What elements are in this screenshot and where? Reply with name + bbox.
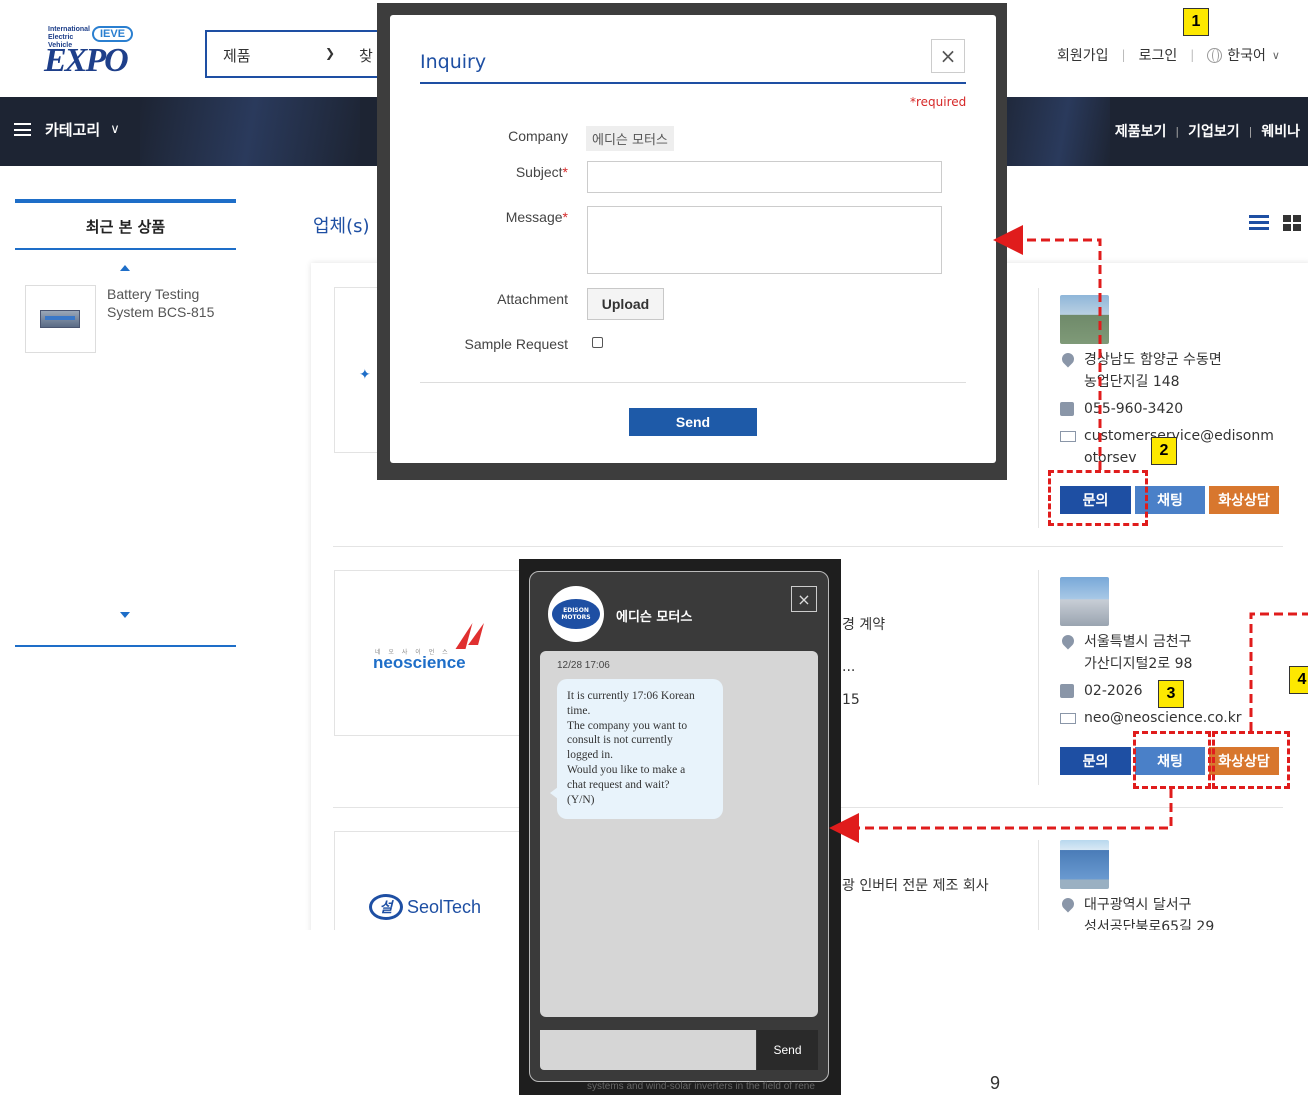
company-address: 대구광역시 달서구 성서공단북로65길 29 xyxy=(1059,894,1214,930)
view-toggle xyxy=(1249,215,1301,231)
expo-logo[interactable]: International Electric Vehicle IEVE EXPO xyxy=(44,22,164,82)
subject-input[interactable] xyxy=(587,161,942,193)
company-value: 에디슨 모터스 xyxy=(586,126,674,151)
company-desc-fragment: 경 계약 xyxy=(842,617,886,633)
top-links: 회원가입 | 로그인 | 한국어 ∨ xyxy=(1057,45,1280,65)
chat-company-avatar: EDISON MOTORS xyxy=(548,586,604,642)
scroll-up-icon[interactable] xyxy=(120,265,130,271)
recent-product-name[interactable]: Battery Testing System BCS-815 xyxy=(107,285,232,321)
divider: | xyxy=(1190,48,1195,62)
phone-icon xyxy=(1060,402,1074,416)
message-label: Message* xyxy=(505,209,568,225)
language-select[interactable]: 한국어 xyxy=(1227,45,1266,65)
mail-icon xyxy=(1060,431,1076,442)
nav-links: 제품보기 | 기업보기 | 웨비나 xyxy=(1115,121,1300,141)
annotation-badge-2: 2 xyxy=(1151,437,1177,465)
company-building-photo xyxy=(1060,840,1109,889)
edison-logo-fragment: ✦ xyxy=(359,367,371,383)
search-category-select[interactable]: 제품 xyxy=(223,45,251,66)
chat-message-bubble: It is currently 17:06 Korean time. The c… xyxy=(550,679,723,819)
location-pin-icon xyxy=(1059,632,1077,650)
search-bar[interactable]: 제품 ❯ 찾 xyxy=(205,30,395,78)
annotation-badge-1: 1 xyxy=(1183,8,1209,36)
upload-button[interactable]: Upload xyxy=(587,288,664,320)
category-menu-button[interactable]: 카테고리 ∨ xyxy=(14,119,120,140)
category-label: 카테고리 xyxy=(45,121,101,139)
video-consult-button[interactable]: 화상상담 xyxy=(1209,486,1279,514)
inquiry-button[interactable]: 문의 xyxy=(1060,747,1131,775)
company-phone: 02-2026 xyxy=(1060,680,1143,705)
phone-icon xyxy=(1060,684,1074,698)
location-pin-icon xyxy=(1059,350,1077,368)
annotation-box-chat xyxy=(1133,731,1211,789)
company-address: 경상남도 함양군 수동면 농업단지길 148 xyxy=(1059,349,1222,393)
modal-title: Inquiry xyxy=(420,51,487,73)
send-button[interactable]: Send xyxy=(629,408,757,436)
sample-request-checkbox[interactable] xyxy=(592,337,603,348)
nav-link-products[interactable]: 제품보기 xyxy=(1115,121,1167,141)
list-view-icon[interactable] xyxy=(1249,215,1269,231)
required-note: *required xyxy=(910,95,967,109)
login-link[interactable]: 로그인 xyxy=(1139,45,1178,65)
edison-motors-logo: EDISON MOTORS xyxy=(552,599,600,629)
company-desc-fragment: 15 xyxy=(842,692,860,708)
chat-message-input[interactable] xyxy=(540,1030,756,1070)
company-logo-neoscience[interactable]: 네 오 사 이 언 스 neoscience xyxy=(334,570,524,736)
logo-badge: IEVE xyxy=(92,26,134,42)
signup-link[interactable]: 회원가입 xyxy=(1057,45,1109,65)
scroll-down-icon[interactable] xyxy=(120,612,130,618)
chevron-down-icon: ∨ xyxy=(110,122,120,137)
divider: | xyxy=(1121,48,1126,62)
row-divider xyxy=(333,546,1283,547)
annotation-box-video xyxy=(1212,731,1290,789)
seoltech-logo: 설 SeolTech xyxy=(369,894,481,920)
message-timestamp: 12/28 17:06 xyxy=(557,660,610,671)
company-building-photo xyxy=(1060,577,1109,626)
recent-products-title: 최근 본 상품 xyxy=(85,218,166,236)
page-number: 9 xyxy=(990,1073,1001,1093)
message-textarea[interactable] xyxy=(587,206,942,274)
inquiry-modal: Inquiry × *required Company 에디슨 모터스 Subj… xyxy=(390,15,996,463)
search-input[interactable]: 찾 xyxy=(359,45,373,66)
hamburger-icon xyxy=(14,123,31,136)
company-building-photo xyxy=(1060,295,1109,344)
company-list-title: 업체(s) xyxy=(313,216,370,237)
close-icon[interactable]: × xyxy=(791,586,817,612)
close-icon[interactable]: × xyxy=(931,39,965,73)
attachment-label: Attachment xyxy=(497,291,568,307)
mail-icon xyxy=(1060,713,1076,724)
chat-send-button[interactable]: Send xyxy=(757,1030,818,1070)
company-desc-fragment: ... xyxy=(842,659,856,675)
annotation-badge-4: 4 xyxy=(1289,666,1308,694)
nav-link-webinar[interactable]: 웨비나 xyxy=(1261,121,1300,141)
grid-view-icon[interactable] xyxy=(1283,215,1301,231)
company-desc-fragment: 광 인버터 전문 제조 회사 xyxy=(842,878,989,894)
sample-request-label: Sample Request xyxy=(464,336,568,352)
recent-products-panel: 최근 본 상품 Battery Testing System BCS-815 xyxy=(15,199,236,647)
annotation-badge-3: 3 xyxy=(1158,680,1184,708)
annotation-box-inquiry xyxy=(1048,470,1148,526)
divider: | xyxy=(1248,124,1253,138)
chevron-down-icon: ∨ xyxy=(1271,48,1280,62)
company-address: 서울특별시 금천구 가산디지털2로 98 xyxy=(1059,631,1192,675)
nav-link-companies[interactable]: 기업보기 xyxy=(1188,121,1240,141)
logo-word: EXPO xyxy=(44,42,129,79)
location-pin-icon xyxy=(1059,895,1077,913)
recent-product-thumbnail[interactable] xyxy=(25,285,96,353)
company-label: Company xyxy=(508,128,568,144)
globe-icon xyxy=(1207,47,1223,63)
chevron-down-icon: ❯ xyxy=(325,46,336,60)
company-email[interactable]: neo@neoscience.co.kr xyxy=(1060,707,1242,731)
company-phone: 055-960-3420 xyxy=(1060,398,1183,423)
subject-label: Subject* xyxy=(515,164,568,180)
company-logo-seoltech[interactable]: 설 SeolTech xyxy=(334,831,524,930)
divider: | xyxy=(1175,124,1180,138)
chat-company-name: 에디슨 모터스 xyxy=(616,610,693,625)
background-text-fragment: systems and wind-solar inverters in the … xyxy=(587,1081,815,1092)
